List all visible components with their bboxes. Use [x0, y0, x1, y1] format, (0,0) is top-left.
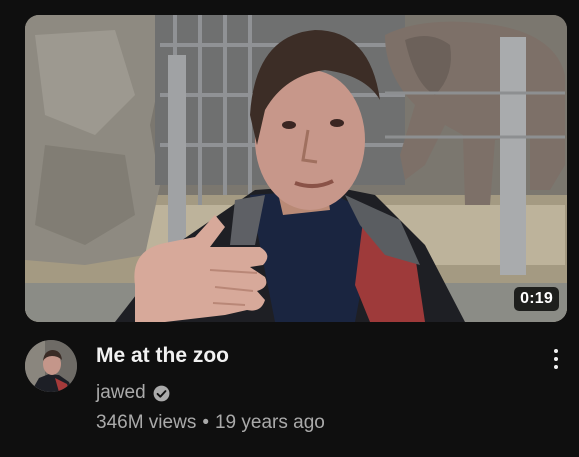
video-card: 0:19 Me at the zoo jawed 346M views • 19…: [0, 0, 579, 457]
video-title[interactable]: Me at the zoo: [96, 343, 229, 369]
channel-link[interactable]: jawed: [96, 381, 171, 405]
menu-dot: [554, 357, 558, 361]
view-count: 346M views: [96, 412, 197, 433]
video-thumbnail[interactable]: 0:19: [25, 15, 567, 322]
menu-dot: [554, 365, 558, 369]
channel-avatar[interactable]: [25, 340, 77, 392]
upload-age: 19 years ago: [214, 412, 325, 433]
verified-check-icon: [153, 385, 170, 401]
meta-separator: •: [202, 412, 209, 433]
more-vert-icon[interactable]: [546, 345, 566, 373]
duration-badge: 0:19: [514, 287, 559, 311]
avatar-image: [25, 340, 77, 392]
channel-name[interactable]: jawed: [96, 381, 146, 405]
video-metadata: 346M views • 19 years ago: [96, 411, 325, 435]
thumbnail-image: [25, 15, 567, 322]
menu-dot: [554, 349, 558, 353]
